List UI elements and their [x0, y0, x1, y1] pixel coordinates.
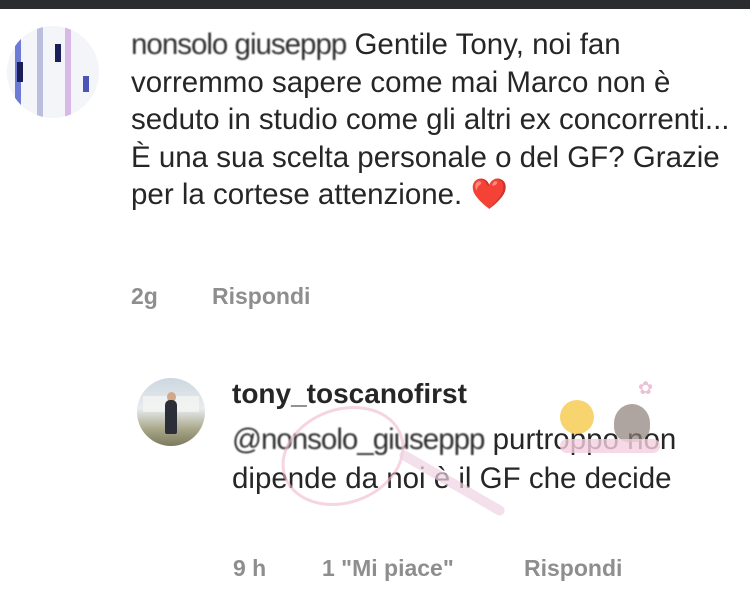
paw-icon: ✿: [638, 378, 654, 398]
reply-username[interactable]: tony_toscanofirst: [232, 378, 467, 410]
comment-text-block: nonsolo giuseppp Gentile Tony, noi fan v…: [131, 26, 731, 214]
commenter-avatar[interactable]: [7, 26, 99, 118]
reply-mention[interactable]: @nonsolo_giuseppp: [232, 423, 485, 456]
heart-emoji: ❤️: [470, 178, 508, 211]
reply-time: 9 h: [233, 555, 267, 581]
reply-avatar[interactable]: [137, 378, 205, 446]
reply-likes[interactable]: 1 "Mi piace": [322, 555, 454, 582]
comment-time: 2g: [131, 283, 158, 309]
comment-username[interactable]: nonsolo giuseppp: [131, 28, 347, 61]
reply-reply-button[interactable]: Rispondi: [524, 555, 622, 582]
comment-reply-button[interactable]: Rispondi: [212, 283, 310, 310]
status-bar: [0, 0, 750, 9]
reply-text-block: @nonsolo_giuseppp purtroppo non dipende …: [232, 420, 702, 498]
